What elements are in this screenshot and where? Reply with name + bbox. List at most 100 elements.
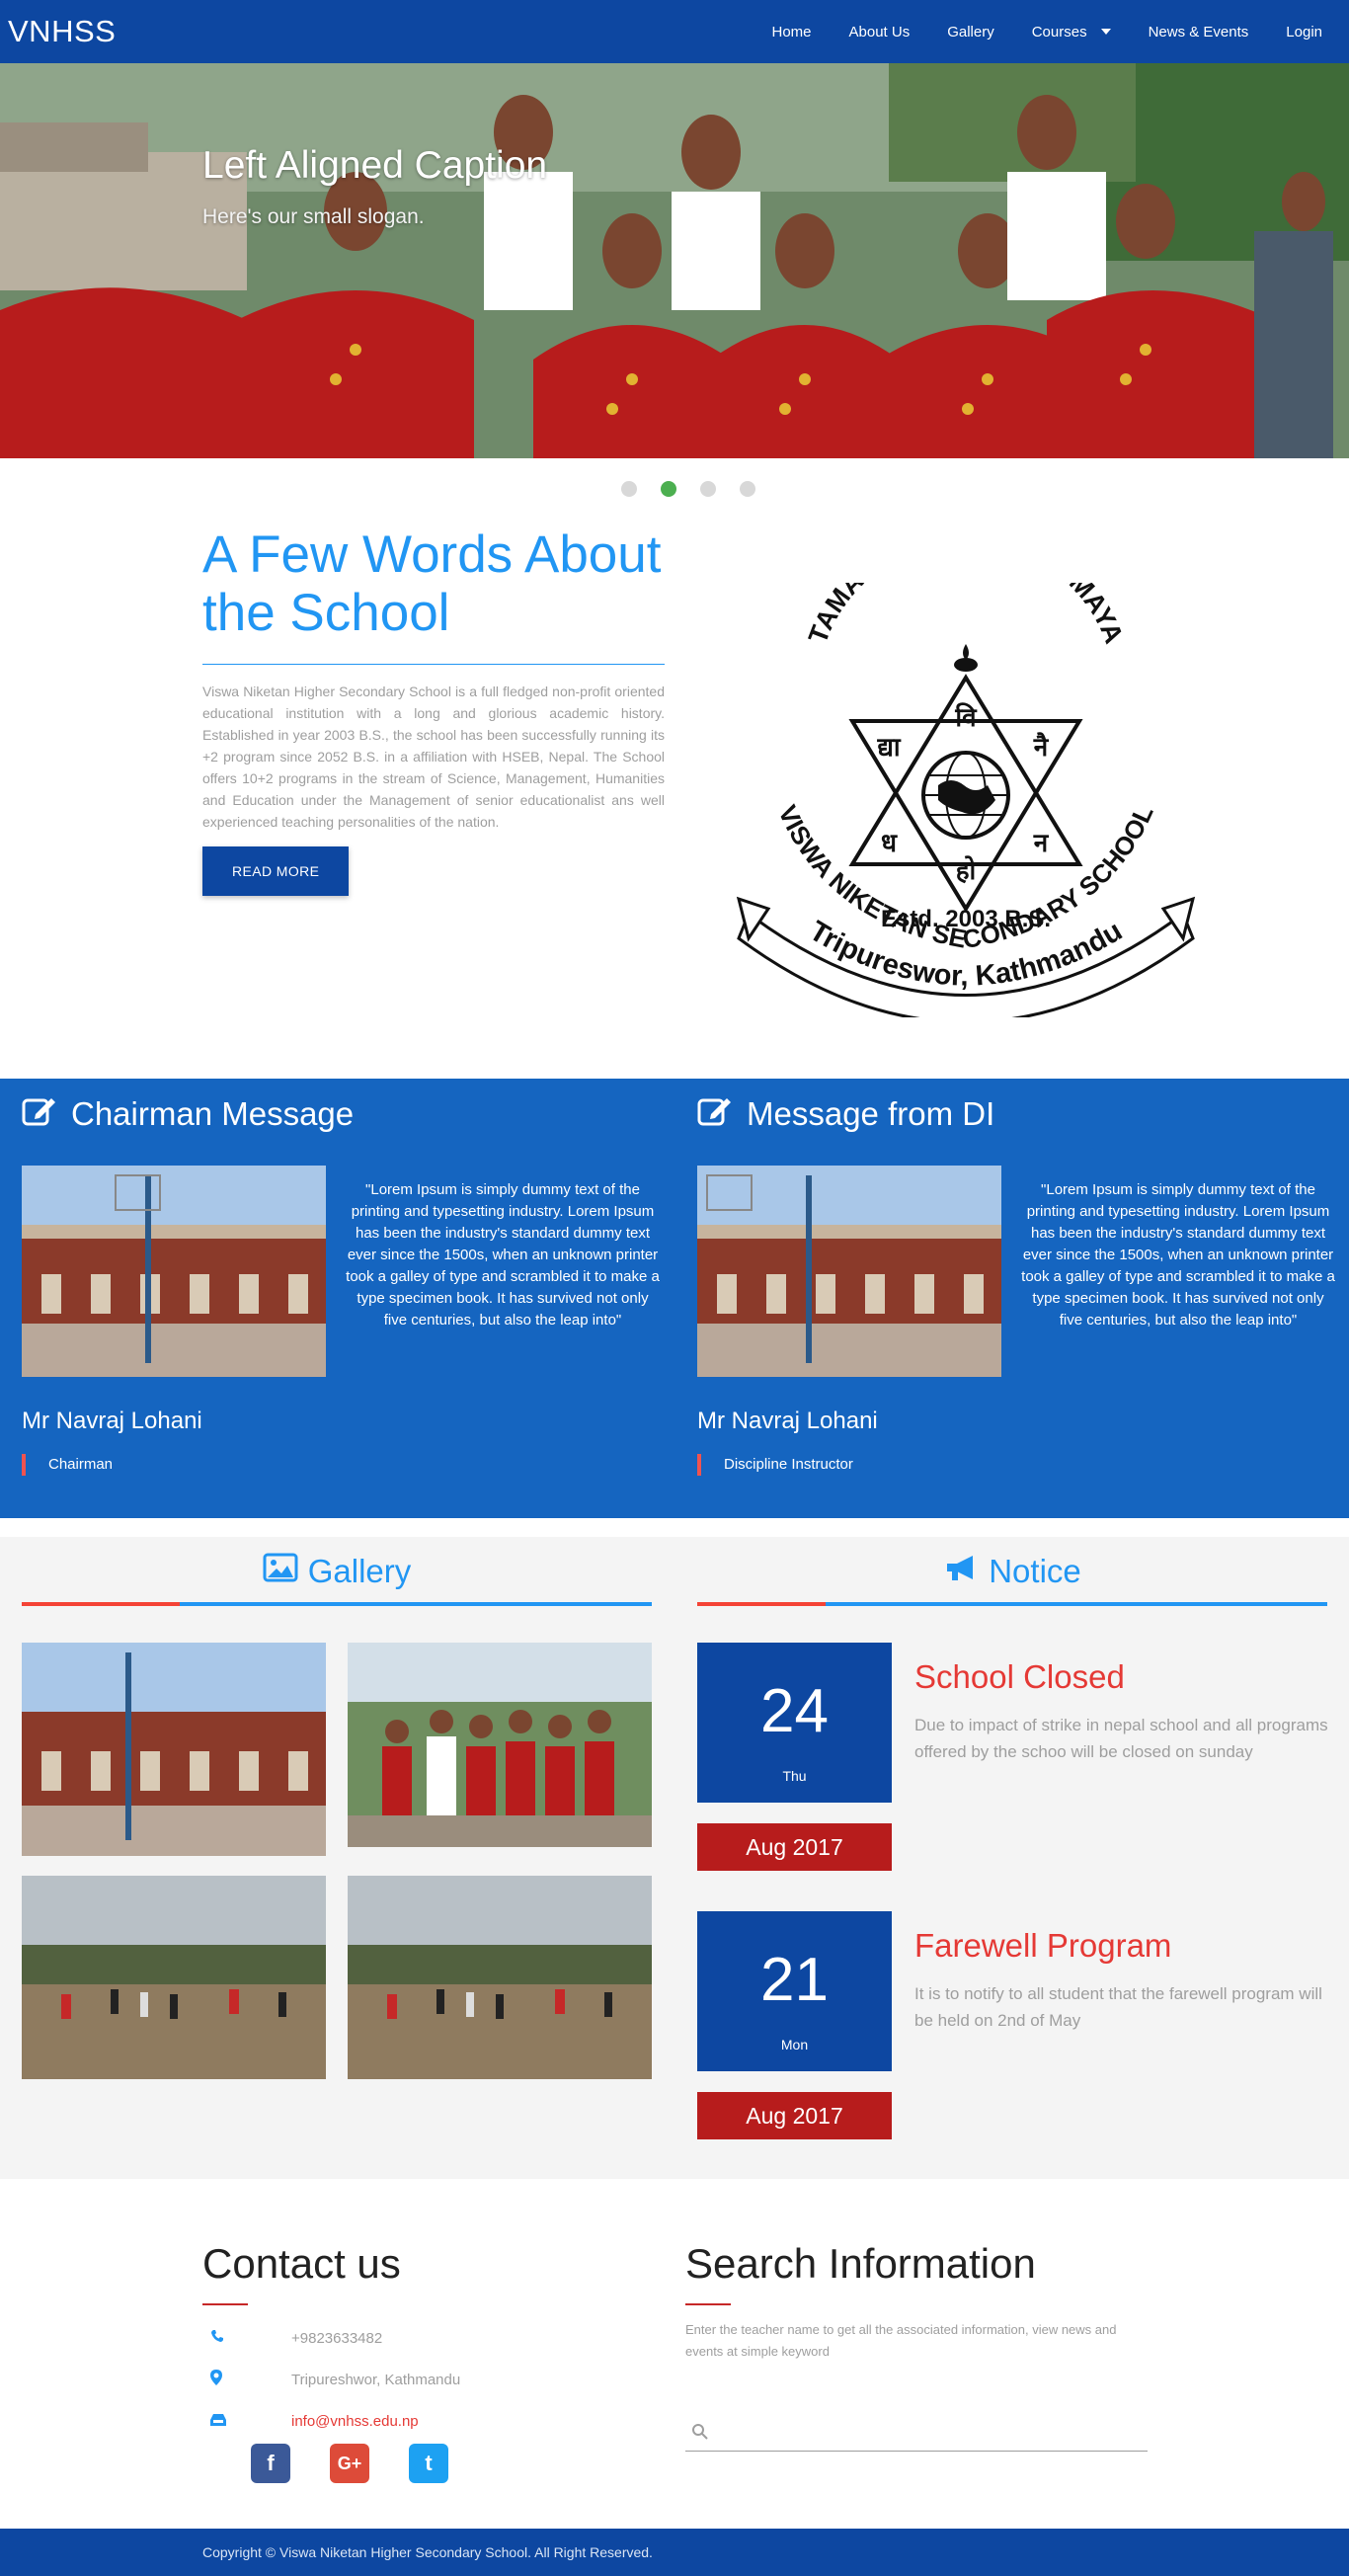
- chairman-message-title-text: Chairman Message: [71, 1095, 355, 1132]
- about-divider: [202, 664, 665, 665]
- logo-glyph-4: ध: [881, 829, 898, 858]
- inbox-icon: [202, 2413, 291, 2430]
- location-pin-icon: [202, 2370, 291, 2389]
- search-icon: [685, 2423, 709, 2441]
- contact-email-link[interactable]: info@vnhss.edu.np: [291, 2413, 419, 2430]
- gallery-image-4[interactable]: [348, 1876, 652, 2079]
- notice-item-title-2[interactable]: Farewell Program: [914, 1927, 1171, 1965]
- phone-icon: [202, 2329, 291, 2347]
- gallery-divider: [22, 1602, 652, 1606]
- edit-icon: [22, 1094, 57, 1134]
- nav-courses-dropdown[interactable]: Courses: [1013, 0, 1130, 63]
- nav-gallery-label: Gallery: [947, 23, 994, 40]
- nav-home[interactable]: Home: [753, 0, 830, 63]
- chairman-quote: "Lorem Ipsum is simply dummy text of the…: [346, 1181, 660, 1328]
- search-section: Search Information Enter the teacher nam…: [685, 2240, 1150, 2452]
- search-input[interactable]: [709, 2423, 1148, 2440]
- twitter-icon[interactable]: t: [409, 2444, 448, 2483]
- notice-month-2: Aug 2017: [697, 2092, 892, 2139]
- gallery-image-1[interactable]: [22, 1643, 326, 1856]
- slider-dot-4[interactable]: [740, 481, 755, 497]
- bullhorn-icon: [943, 1553, 979, 1590]
- caret-down-icon: [1100, 29, 1111, 35]
- logo-glyph-2: द्या: [876, 733, 901, 763]
- messages-section: Chairman Message "Lorem Ipsum is simply …: [0, 1079, 1349, 1518]
- logo-top-text: TAMASOMA JYOTIRGAMAYA: [803, 520, 1129, 647]
- nav-about-us[interactable]: About Us: [831, 0, 929, 63]
- notice-item-desc-2: It is to notify to all student that the …: [914, 1984, 1322, 2030]
- hero-photo: [0, 63, 1349, 458]
- nav-login-label: Login: [1286, 23, 1322, 40]
- nav-courses-label: Courses: [1031, 23, 1087, 40]
- navbar: VNHSS Home About Us Gallery Courses News…: [0, 0, 1349, 63]
- notice-month-1: Aug 2017: [697, 1823, 892, 1871]
- notice-weekday-2: Mon: [780, 2037, 809, 2053]
- search-description: Enter the teacher name to get all the as…: [685, 2322, 1117, 2359]
- chairman-role: Chairman: [22, 1454, 113, 1476]
- gallery-title: Gallery: [307, 1553, 412, 1589]
- di-quote: "Lorem Ipsum is simply dummy text of the…: [1021, 1181, 1335, 1328]
- brand-logo[interactable]: VNHSS: [8, 14, 116, 49]
- svg-text:TAMASOMA JYOTIRGAMAYA: TAMASOMA JYOTIRGAMAYA: [803, 583, 1129, 647]
- footer: Copyright © Viswa Niketan Higher Seconda…: [0, 2529, 1349, 2576]
- facebook-icon[interactable]: f: [251, 2444, 290, 2483]
- gallery-image-2[interactable]: [348, 1643, 652, 1847]
- slider-dot-2[interactable]: [661, 481, 676, 497]
- twitter-glyph: t: [425, 2451, 433, 2475]
- hero-caption-title: Left Aligned Caption: [202, 144, 548, 187]
- notice-item-title-1[interactable]: School Closed: [914, 1658, 1125, 1696]
- hero-slider[interactable]: Left Aligned Caption Here's our small sl…: [0, 63, 1349, 458]
- hero-caption-slogan: Here's our small slogan.: [202, 205, 425, 228]
- notice-weekday-1: Thu: [782, 1768, 807, 1784]
- notice-item-desc-1: Due to impact of strike in nepal school …: [914, 1716, 1328, 1761]
- nav-menu: Home About Us Gallery Courses News & Eve…: [753, 0, 1341, 63]
- about-section: A Few Words About the School Viswa Niket…: [202, 525, 665, 896]
- contact-section: Contact us +9823633482 Tripureshwor, Kat…: [202, 2240, 676, 2442]
- social-links: f G+ t: [251, 2444, 448, 2483]
- contact-phone: +9823633482: [202, 2317, 676, 2359]
- gallery-image-3[interactable]: [22, 1876, 326, 2079]
- di-role: Discipline Instructor: [697, 1454, 853, 1476]
- about-title: A Few Words About the School: [202, 525, 662, 642]
- about-text: Viswa Niketan Higher Secondary School is…: [202, 684, 665, 830]
- contact-divider: [202, 2303, 248, 2305]
- nav-login[interactable]: Login: [1267, 0, 1341, 63]
- search-divider: [685, 2303, 731, 2305]
- di-message-title: Message from DI: [697, 1094, 994, 1134]
- search-field: [685, 2412, 1148, 2452]
- di-photo: [697, 1166, 1001, 1377]
- edit-icon: [697, 1094, 733, 1134]
- nav-news-label: News & Events: [1148, 23, 1249, 40]
- hero-caption: Left Aligned Caption Here's our small sl…: [202, 144, 547, 229]
- read-more-button[interactable]: READ MORE: [202, 846, 350, 896]
- nav-home-label: Home: [771, 23, 812, 40]
- notice-divider: [697, 1602, 1327, 1606]
- logo-glyph-1: वि: [954, 702, 978, 733]
- nav-gallery[interactable]: Gallery: [928, 0, 1013, 63]
- notice-date-2: 21 Mon: [697, 1911, 892, 2071]
- slider-dot-3[interactable]: [700, 481, 716, 497]
- nav-news-events[interactable]: News & Events: [1130, 0, 1268, 63]
- contact-phone-text: +9823633482: [291, 2329, 383, 2347]
- notice-day-1: 24: [760, 1677, 829, 1745]
- slider-dot-1[interactable]: [621, 481, 637, 497]
- contact-address: Tripureshwor, Kathmandu: [202, 2359, 676, 2400]
- google-plus-icon[interactable]: G+: [330, 2444, 369, 2483]
- di-message-title-text: Message from DI: [747, 1095, 995, 1132]
- notice-date-1: 24 Thu: [697, 1643, 892, 1803]
- search-title: Search Information: [685, 2240, 1036, 2287]
- di-name: Mr Navraj Lohani: [697, 1408, 878, 1434]
- chairman-message-title: Chairman Message: [22, 1094, 354, 1134]
- logo-glyph-3: नै: [1033, 732, 1050, 763]
- chairman-name: Mr Navraj Lohani: [22, 1408, 202, 1434]
- contact-title: Contact us: [202, 2240, 401, 2287]
- school-logo: TAMASOMA JYOTIRGAMAYA वि द्या नै ध न हो …: [729, 520, 1203, 1024]
- image-icon: [263, 1553, 298, 1590]
- logo-glyph-5: न: [1033, 829, 1050, 858]
- nav-about-label: About Us: [848, 23, 911, 40]
- logo-glyph-6: हो: [955, 855, 978, 886]
- contact-email: info@vnhss.edu.np: [202, 2400, 676, 2442]
- notice-title: Notice: [989, 1553, 1081, 1589]
- google-plus-glyph: G+: [337, 2453, 362, 2473]
- slider-indicators: [0, 481, 1349, 497]
